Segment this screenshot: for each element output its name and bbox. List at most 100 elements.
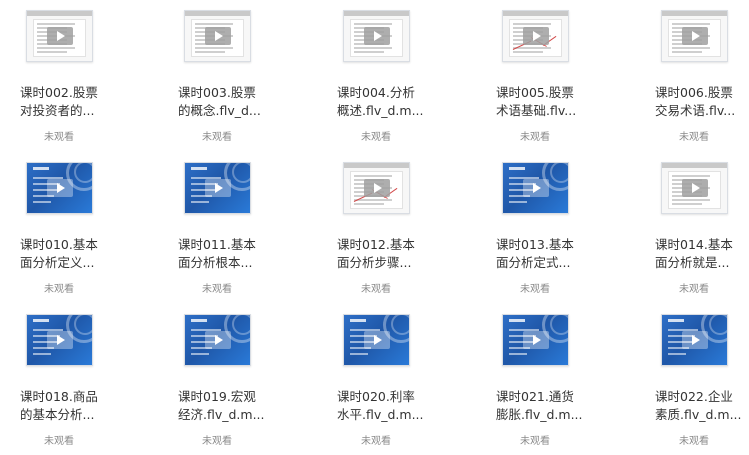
video-title-line2: 膨胀.flv_d.m... [496,407,583,422]
video-title[interactable]: 课时011.基本 面分析根本... [178,236,270,272]
video-tile[interactable]: 课时004.分析 概述.flv_d.m... 未观看 [331,2,431,143]
video-thumbnail[interactable] [343,314,410,366]
video-thumbnail[interactable] [26,10,93,62]
video-title[interactable]: 课时010.基本 面分析定义... [20,236,112,272]
watch-status: 未观看 [679,284,709,295]
watch-status: 未观看 [44,436,74,447]
play-icon[interactable] [204,27,231,45]
video-title[interactable]: 课时005.股票 术语基础.flv... [496,84,588,120]
video-thumbnail[interactable] [343,10,410,62]
video-title[interactable]: 课时018.商品 的基本分析... [20,388,112,424]
video-title-line1: 课时020.利率 [337,389,415,404]
play-icon[interactable] [46,27,73,45]
video-thumbnail[interactable] [661,162,728,214]
video-tile[interactable]: 课时002.股票 对投资者的... 未观看 [14,2,114,143]
video-title-line1: 课时002.股票 [20,85,98,100]
video-thumbnail[interactable] [184,162,251,214]
watch-status: 未观看 [202,132,232,143]
video-tile[interactable]: 课时019.宏观 经济.flv_d.m... 未观看 [172,306,272,447]
video-title-line1: 课时004.分析 [337,85,415,100]
video-title-line2: 交易术语.flv... [655,103,736,118]
video-title-line1: 课时011.基本 [178,237,256,252]
video-tile[interactable]: 课时005.股票 术语基础.flv... 未观看 [490,2,590,143]
watch-status: 未观看 [520,436,550,447]
play-icon[interactable] [46,331,73,349]
video-tile[interactable]: 课时003.股票 的概念.flv_d... 未观看 [172,2,272,143]
play-icon[interactable] [46,179,73,197]
play-icon[interactable] [363,27,390,45]
video-title-line2: 的基本分析... [20,407,95,422]
play-icon[interactable] [681,27,708,45]
video-title[interactable]: 课时012.基本 面分析步骤... [337,236,429,272]
video-title-line1: 课时012.基本 [337,237,415,252]
video-tile[interactable]: 课时006.股票 交易术语.flv... 未观看 [649,2,749,143]
play-icon[interactable] [681,331,708,349]
video-title[interactable]: 课时021.通货 膨胀.flv_d.m... [496,388,588,424]
video-title-line2: 面分析定义... [20,255,95,270]
video-thumbnail[interactable] [184,10,251,62]
play-icon[interactable] [204,331,231,349]
video-tile[interactable]: 课时018.商品 的基本分析... 未观看 [14,306,114,447]
video-thumbnail[interactable] [502,314,569,366]
watch-status: 未观看 [202,436,232,447]
video-title[interactable]: 课时014.基本 面分析就是... [655,236,747,272]
play-icon[interactable] [681,179,708,197]
video-title[interactable]: 课时022.企业 素质.flv_d.m... [655,388,747,424]
play-icon[interactable] [522,179,549,197]
video-title-line2: 概述.flv_d.m... [337,103,424,118]
video-tile[interactable]: 课时020.利率 水平.flv_d.m... 未观看 [331,306,431,447]
video-title-line1: 课时019.宏观 [178,389,256,404]
video-title-line2: 面分析定式... [496,255,571,270]
video-tile[interactable]: 课时021.通货 膨胀.flv_d.m... 未观看 [490,306,590,447]
video-title-line1: 课时022.企业 [655,389,733,404]
watch-status: 未观看 [361,436,391,447]
play-icon[interactable] [204,179,231,197]
watch-status: 未观看 [520,132,550,143]
watch-status: 未观看 [679,132,709,143]
video-title-line1: 课时021.通货 [496,389,574,404]
video-title[interactable]: 课时013.基本 面分析定式... [496,236,588,272]
video-title-line2: 面分析根本... [178,255,253,270]
video-tile[interactable]: 课时011.基本 面分析根本... 未观看 [172,154,272,295]
video-title-line1: 课时010.基本 [20,237,98,252]
video-title[interactable]: 课时003.股票 的概念.flv_d... [178,84,270,120]
video-title-line2: 的概念.flv_d... [178,103,261,118]
video-title-line2: 素质.flv_d.m... [655,407,742,422]
video-title-line1: 课时013.基本 [496,237,574,252]
video-title-line2: 面分析步骤... [337,255,412,270]
video-tile[interactable]: 课时022.企业 素质.flv_d.m... 未观看 [649,306,749,447]
video-title[interactable]: 课时006.股票 交易术语.flv... [655,84,747,120]
video-title-line2: 水平.flv_d.m... [337,407,424,422]
video-title[interactable]: 课时019.宏观 经济.flv_d.m... [178,388,270,424]
video-tile[interactable]: 课时010.基本 面分析定义... 未观看 [14,154,114,295]
play-icon[interactable] [522,331,549,349]
play-icon[interactable] [363,179,390,197]
video-title-line1: 课时006.股票 [655,85,733,100]
video-title[interactable]: 课时020.利率 水平.flv_d.m... [337,388,429,424]
play-icon[interactable] [522,27,549,45]
video-tile[interactable]: 课时014.基本 面分析就是... 未观看 [649,154,749,295]
video-thumbnail[interactable] [502,162,569,214]
play-icon[interactable] [363,331,390,349]
video-thumbnail[interactable] [343,162,410,214]
video-title[interactable]: 课时004.分析 概述.flv_d.m... [337,84,429,120]
video-title-line2: 面分析就是... [655,255,730,270]
video-thumbnail[interactable] [661,314,728,366]
video-thumbnail[interactable] [26,162,93,214]
video-title-line1: 课时018.商品 [20,389,98,404]
watch-status: 未观看 [520,284,550,295]
watch-status: 未观看 [679,436,709,447]
video-title[interactable]: 课时002.股票 对投资者的... [20,84,112,120]
watch-status: 未观看 [44,132,74,143]
video-thumbnail[interactable] [502,10,569,62]
watch-status: 未观看 [44,284,74,295]
watch-status: 未观看 [202,284,232,295]
video-grid: 课时002.股票 对投资者的... 未观看 课时003.股票 的概念.flv_d... 未… [0,0,749,455]
video-thumbnail[interactable] [184,314,251,366]
video-thumbnail[interactable] [26,314,93,366]
watch-status: 未观看 [361,284,391,295]
video-thumbnail[interactable] [661,10,728,62]
video-tile[interactable]: 课时013.基本 面分析定式... 未观看 [490,154,590,295]
video-title-line1: 课时005.股票 [496,85,574,100]
video-tile[interactable]: 课时012.基本 面分析步骤... 未观看 [331,154,431,295]
